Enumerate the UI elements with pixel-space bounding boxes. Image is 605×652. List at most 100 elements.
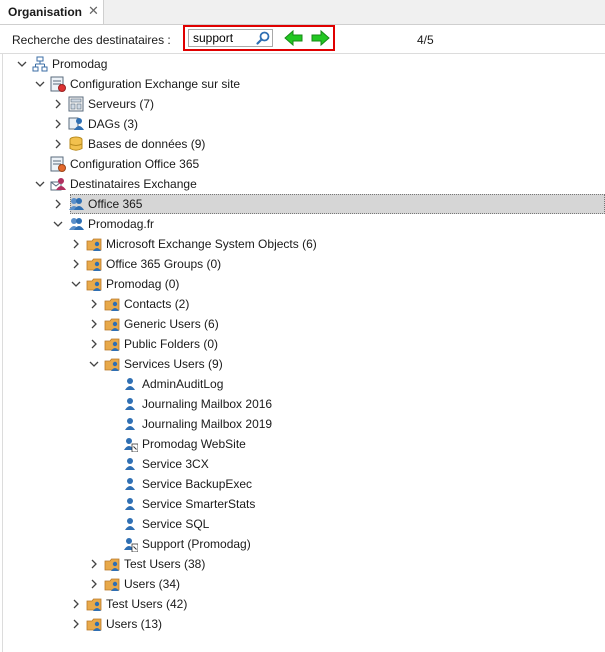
tree-item[interactable]: Serveurs (7)	[0, 94, 605, 114]
tree-item-label: Configuration Exchange sur site	[70, 77, 241, 91]
selection-highlight	[70, 194, 605, 214]
tree-item[interactable]: Microsoft Exchange System Objects (6)	[0, 234, 605, 254]
tree-item-label: Journaling Mailbox 2019	[142, 417, 273, 431]
dag-icon	[68, 116, 84, 132]
tree-item[interactable]: Promodag WebSite	[0, 434, 605, 454]
tree-item-label: Promodag	[52, 57, 108, 71]
tree-item-label: Office 365 Groups (0)	[106, 257, 222, 271]
tree-item-label: Generic Users (6)	[124, 317, 219, 331]
arrow-right-icon[interactable]	[310, 29, 330, 47]
tree-item[interactable]: Public Folders (0)	[0, 334, 605, 354]
server-config-icon	[50, 76, 66, 92]
chevron-right-icon[interactable]	[52, 198, 64, 210]
user-icon	[122, 456, 138, 472]
tree-item[interactable]: Destinataires Exchange	[0, 174, 605, 194]
tree-item[interactable]: Office 365	[0, 194, 605, 214]
tree-item-label: Service SmarterStats	[142, 497, 256, 511]
chevron-down-icon[interactable]	[88, 358, 100, 370]
search-bar: Recherche des destinataires : 4/5	[0, 25, 605, 53]
tree-item-label: AdminAuditLog	[142, 377, 224, 391]
cloud-config-icon	[50, 156, 66, 172]
tree-item[interactable]: Configuration Exchange sur site	[0, 74, 605, 94]
tree-item-label: Test Users (38)	[124, 557, 206, 571]
tree-item[interactable]: DAGs (3)	[0, 114, 605, 134]
chevron-down-icon[interactable]	[70, 278, 82, 290]
tree-item[interactable]: Support (Promodag)	[0, 534, 605, 554]
user-folder-icon	[86, 236, 102, 252]
tree-item[interactable]: Promodag.fr	[0, 214, 605, 234]
database-icon	[68, 136, 84, 152]
chevron-right-icon[interactable]	[88, 578, 100, 590]
user-icon	[122, 476, 138, 492]
tree-item[interactable]: Contacts (2)	[0, 294, 605, 314]
tree-item-label: Test Users (42)	[106, 597, 188, 611]
tree-item[interactable]: AdminAuditLog	[0, 374, 605, 394]
user-folder-icon	[86, 616, 102, 632]
tree-item[interactable]: Generic Users (6)	[0, 314, 605, 334]
chevron-down-icon[interactable]	[16, 58, 28, 70]
chevron-right-icon[interactable]	[52, 118, 64, 130]
tree-item[interactable]: Journaling Mailbox 2019	[0, 414, 605, 434]
tree-item[interactable]: Promodag	[0, 54, 605, 74]
user-icon	[122, 376, 138, 392]
arrow-left-icon[interactable]	[284, 29, 304, 47]
tree-item[interactable]: Users (13)	[0, 614, 605, 634]
tree-item-label: Office 365	[88, 197, 143, 211]
tree-item-label: Services Users (9)	[124, 357, 223, 371]
user-folder-icon	[86, 256, 102, 272]
chevron-down-icon[interactable]	[34, 78, 46, 90]
user-folder-icon	[104, 316, 120, 332]
tree-item-label: Users (13)	[106, 617, 163, 631]
chevron-right-icon[interactable]	[88, 298, 100, 310]
tree-item[interactable]: Service BackupExec	[0, 474, 605, 494]
chevron-right-icon[interactable]	[88, 318, 100, 330]
tree-item[interactable]: Bases de données (9)	[0, 134, 605, 154]
close-icon[interactable]: ✕	[88, 4, 99, 18]
tree-item-label: Microsoft Exchange System Objects (6)	[106, 237, 317, 251]
tab-organisation[interactable]: Organisation ✕	[0, 0, 104, 24]
tree-item-label: DAGs (3)	[88, 117, 139, 131]
user-icon	[122, 496, 138, 512]
user-folder-icon	[104, 576, 120, 592]
tree-item[interactable]: Office 365 Groups (0)	[0, 254, 605, 274]
chevron-right-icon[interactable]	[70, 598, 82, 610]
user-icon	[122, 516, 138, 532]
tree-item-label: Service 3CX	[142, 457, 209, 471]
chevron-down-icon[interactable]	[52, 218, 64, 230]
search-label: Recherche des destinataires :	[12, 33, 171, 47]
tree-item[interactable]: Services Users (9)	[0, 354, 605, 374]
chevron-right-icon[interactable]	[70, 238, 82, 250]
chevron-right-icon[interactable]	[70, 618, 82, 630]
user-folder-icon	[104, 556, 120, 572]
tree-item[interactable]: Users (34)	[0, 574, 605, 594]
chevron-right-icon[interactable]	[52, 98, 64, 110]
tree-item[interactable]: Service SmarterStats	[0, 494, 605, 514]
user-icon	[122, 416, 138, 432]
tab-title: Organisation	[8, 5, 83, 19]
tree-item-label: Promodag.fr	[88, 217, 155, 231]
tree-item[interactable]: Service SQL	[0, 514, 605, 534]
chevron-right-icon[interactable]	[70, 258, 82, 270]
tree-item[interactable]: Service 3CX	[0, 454, 605, 474]
tree-item-label: Contacts (2)	[124, 297, 190, 311]
user-folder-icon	[86, 596, 102, 612]
tree-item-label: Service BackupExec	[142, 477, 253, 491]
user-folder-icon	[86, 276, 102, 292]
tree-item[interactable]: Test Users (38)	[0, 554, 605, 574]
user-disabled-icon	[122, 436, 139, 453]
tree-item-label: Public Folders (0)	[124, 337, 219, 351]
tree-item[interactable]: Test Users (42)	[0, 594, 605, 614]
organisation-tree: Promodag Configuration Exchange sur site S…	[0, 53, 605, 652]
tree-item[interactable]: Configuration Office 365	[0, 154, 605, 174]
chevron-right-icon[interactable]	[88, 558, 100, 570]
users-group-icon	[68, 216, 84, 232]
tree-item-label: Serveurs (7)	[88, 97, 155, 111]
chevron-right-icon[interactable]	[52, 138, 64, 150]
search-icon[interactable]	[255, 30, 271, 46]
organization-icon	[32, 56, 48, 72]
chevron-down-icon[interactable]	[34, 178, 46, 190]
tree-item[interactable]: Journaling Mailbox 2016	[0, 394, 605, 414]
tree-item[interactable]: Promodag (0)	[0, 274, 605, 294]
search-result-counter: 4/5	[417, 33, 434, 47]
chevron-right-icon[interactable]	[88, 338, 100, 350]
